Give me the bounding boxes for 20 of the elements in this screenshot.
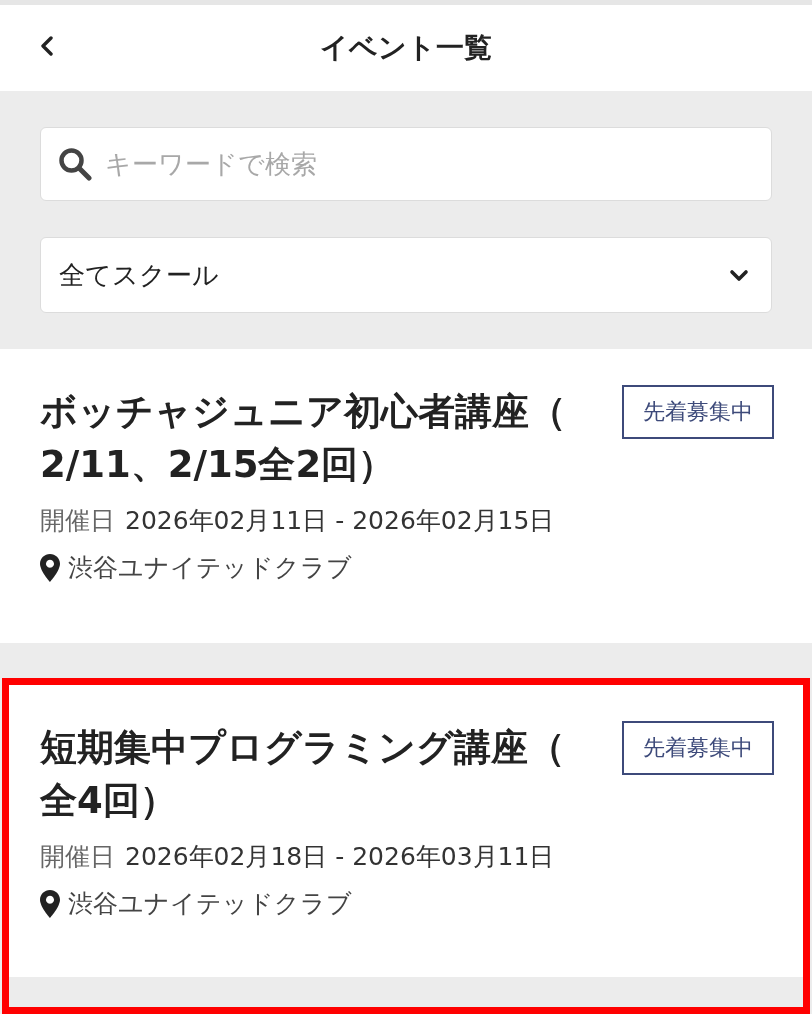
map-pin-icon [40, 890, 60, 918]
chevron-down-icon [729, 268, 749, 282]
status-badge: 先着募集中 [622, 385, 774, 439]
map-pin-icon [40, 554, 60, 582]
search-field[interactable]: キーワードで検索 [40, 127, 772, 201]
event-location: 渋谷ユナイテッドクラブ [68, 552, 352, 584]
event-dates: 2026年02月18日 - 2026年03月11日 [125, 841, 555, 873]
school-select[interactable]: 全てスクール [40, 237, 772, 313]
event-card[interactable]: ボッチャジュニア初心者講座（2/11、2/15全2回） 先着募集中 開催日 2026年02月11日 - 2026年02月15日 渋谷ユナイテッドクラブ [0, 349, 812, 643]
status-badge: 先着募集中 [622, 721, 774, 775]
date-label: 開催日 [40, 841, 115, 873]
event-location: 渋谷ユナイテッドクラブ [68, 888, 352, 920]
event-dates: 2026年02月11日 - 2026年02月15日 [125, 505, 555, 537]
event-title: 短期集中プログラミング講座（全4回） [40, 725, 566, 824]
date-label: 開催日 [40, 505, 115, 537]
search-icon [58, 147, 92, 181]
page-title: イベント一覧 [320, 30, 492, 66]
back-chevron-icon [40, 36, 54, 56]
event-card[interactable]: 短期集中プログラミング講座（全4回） 先着募集中 開催日 2026年02月18日 - 2026年03月11日 渋谷ユナイテッドクラブ [9, 685, 803, 977]
event-title: ボッチャジュニア初心者講座（2/11、2/15全2回） [40, 389, 567, 488]
